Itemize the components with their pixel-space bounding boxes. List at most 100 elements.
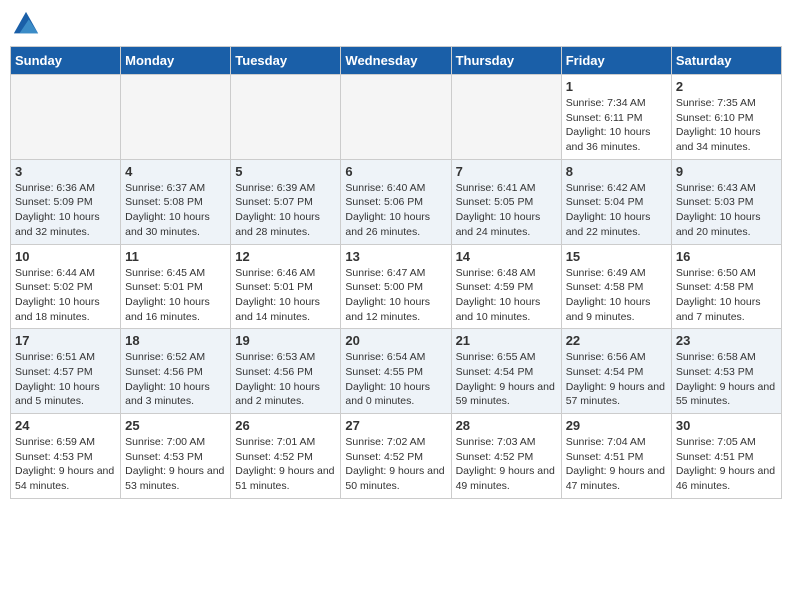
day-info: Sunrise: 6:40 AM Sunset: 5:06 PM Dayligh… [345, 181, 446, 240]
day-info: Sunrise: 6:39 AM Sunset: 5:07 PM Dayligh… [235, 181, 336, 240]
calendar-week-row: 24 Sunrise: 6:59 AM Sunset: 4:53 PM Dayli… [11, 414, 782, 499]
day-number: 12 [235, 249, 336, 264]
day-info: Sunrise: 6:56 AM Sunset: 4:54 PM Dayligh… [566, 350, 667, 409]
calendar-day-cell [11, 75, 121, 160]
day-number: 16 [676, 249, 777, 264]
day-number: 14 [456, 249, 557, 264]
day-info: Sunrise: 6:48 AM Sunset: 4:59 PM Dayligh… [456, 266, 557, 325]
page-header [10, 10, 782, 38]
day-number: 18 [125, 333, 226, 348]
calendar-day-cell: 11 Sunrise: 6:45 AM Sunset: 5:01 PM Dayli… [121, 244, 231, 329]
day-info: Sunrise: 7:02 AM Sunset: 4:52 PM Dayligh… [345, 435, 446, 494]
day-number: 22 [566, 333, 667, 348]
day-number: 10 [15, 249, 116, 264]
day-info: Sunrise: 7:03 AM Sunset: 4:52 PM Dayligh… [456, 435, 557, 494]
day-number: 24 [15, 418, 116, 433]
day-info: Sunrise: 6:54 AM Sunset: 4:55 PM Dayligh… [345, 350, 446, 409]
calendar-day-cell: 14 Sunrise: 6:48 AM Sunset: 4:59 PM Dayli… [451, 244, 561, 329]
day-number: 19 [235, 333, 336, 348]
calendar-day-cell: 6Sunrise: 6:40 AM Sunset: 5:06 PM Daylig… [341, 159, 451, 244]
day-number: 9 [676, 164, 777, 179]
calendar-day-cell: 17Sunrise: 6:51 AM Sunset: 4:57 PM Dayli… [11, 329, 121, 414]
day-info: Sunrise: 6:45 AM Sunset: 5:01 PM Dayligh… [125, 266, 226, 325]
day-number: 11 [125, 249, 226, 264]
calendar-day-cell [231, 75, 341, 160]
calendar-day-cell: 5 Sunrise: 6:39 AM Sunset: 5:07 PM Daylig… [231, 159, 341, 244]
day-info: Sunrise: 6:59 AM Sunset: 4:53 PM Dayligh… [15, 435, 116, 494]
day-number: 30 [676, 418, 777, 433]
calendar-day-cell [451, 75, 561, 160]
calendar-day-cell: 12 Sunrise: 6:46 AM Sunset: 5:01 PM Dayli… [231, 244, 341, 329]
day-info: Sunrise: 6:44 AM Sunset: 5:02 PM Dayligh… [15, 266, 116, 325]
day-number: 5 [235, 164, 336, 179]
calendar-week-row: 17Sunrise: 6:51 AM Sunset: 4:57 PM Dayli… [11, 329, 782, 414]
calendar-day-cell: 1 Sunrise: 7:34 AM Sunset: 6:11 PM Daylig… [561, 75, 671, 160]
calendar-day-cell: 30 Sunrise: 7:05 AM Sunset: 4:51 PM Dayli… [671, 414, 781, 499]
day-info: Sunrise: 7:35 AM Sunset: 6:10 PM Dayligh… [676, 96, 777, 155]
day-number: 7 [456, 164, 557, 179]
day-number: 28 [456, 418, 557, 433]
calendar-day-cell: 18 Sunrise: 6:52 AM Sunset: 4:56 PM Dayli… [121, 329, 231, 414]
calendar-week-row: 10 Sunrise: 6:44 AM Sunset: 5:02 PM Dayli… [11, 244, 782, 329]
weekday-header: Sunday [11, 47, 121, 75]
calendar-day-cell: 19Sunrise: 6:53 AM Sunset: 4:56 PM Dayli… [231, 329, 341, 414]
day-number: 13 [345, 249, 446, 264]
day-info: Sunrise: 6:58 AM Sunset: 4:53 PM Dayligh… [676, 350, 777, 409]
day-number: 20 [345, 333, 446, 348]
weekday-header: Wednesday [341, 47, 451, 75]
day-info: Sunrise: 6:42 AM Sunset: 5:04 PM Dayligh… [566, 181, 667, 240]
calendar-day-cell: 15 Sunrise: 6:49 AM Sunset: 4:58 PM Dayli… [561, 244, 671, 329]
weekday-header: Saturday [671, 47, 781, 75]
day-info: Sunrise: 6:49 AM Sunset: 4:58 PM Dayligh… [566, 266, 667, 325]
calendar-day-cell: 23 Sunrise: 6:58 AM Sunset: 4:53 PM Dayli… [671, 329, 781, 414]
day-info: Sunrise: 6:47 AM Sunset: 5:00 PM Dayligh… [345, 266, 446, 325]
day-info: Sunrise: 7:34 AM Sunset: 6:11 PM Dayligh… [566, 96, 667, 155]
day-info: Sunrise: 7:01 AM Sunset: 4:52 PM Dayligh… [235, 435, 336, 494]
calendar-day-cell: 3Sunrise: 6:36 AM Sunset: 5:09 PM Daylig… [11, 159, 121, 244]
calendar-week-row: 3Sunrise: 6:36 AM Sunset: 5:09 PM Daylig… [11, 159, 782, 244]
calendar-day-cell: 16 Sunrise: 6:50 AM Sunset: 4:58 PM Dayli… [671, 244, 781, 329]
day-number: 2 [676, 79, 777, 94]
calendar-day-cell [341, 75, 451, 160]
calendar-day-cell: 7 Sunrise: 6:41 AM Sunset: 5:05 PM Daylig… [451, 159, 561, 244]
day-number: 23 [676, 333, 777, 348]
weekday-header: Monday [121, 47, 231, 75]
day-number: 29 [566, 418, 667, 433]
day-number: 1 [566, 79, 667, 94]
calendar-day-cell: 13 Sunrise: 6:47 AM Sunset: 5:00 PM Dayli… [341, 244, 451, 329]
day-number: 15 [566, 249, 667, 264]
calendar-day-cell: 24 Sunrise: 6:59 AM Sunset: 4:53 PM Dayli… [11, 414, 121, 499]
calendar-day-cell: 25Sunrise: 7:00 AM Sunset: 4:53 PM Dayli… [121, 414, 231, 499]
day-info: Sunrise: 6:46 AM Sunset: 5:01 PM Dayligh… [235, 266, 336, 325]
weekday-header: Tuesday [231, 47, 341, 75]
day-info: Sunrise: 6:52 AM Sunset: 4:56 PM Dayligh… [125, 350, 226, 409]
calendar-day-cell: 20 Sunrise: 6:54 AM Sunset: 4:55 PM Dayli… [341, 329, 451, 414]
day-info: Sunrise: 7:04 AM Sunset: 4:51 PM Dayligh… [566, 435, 667, 494]
calendar-day-cell: 4 Sunrise: 6:37 AM Sunset: 5:08 PM Daylig… [121, 159, 231, 244]
calendar-day-cell: 21 Sunrise: 6:55 AM Sunset: 4:54 PM Dayli… [451, 329, 561, 414]
logo[interactable] [10, 10, 40, 38]
day-number: 21 [456, 333, 557, 348]
calendar-day-cell [121, 75, 231, 160]
weekday-header: Friday [561, 47, 671, 75]
day-number: 8 [566, 164, 667, 179]
calendar-day-cell: 29 Sunrise: 7:04 AM Sunset: 4:51 PM Dayli… [561, 414, 671, 499]
day-info: Sunrise: 6:43 AM Sunset: 5:03 PM Dayligh… [676, 181, 777, 240]
day-number: 4 [125, 164, 226, 179]
calendar-header-row: SundayMondayTuesdayWednesdayThursdayFrid… [11, 47, 782, 75]
day-number: 26 [235, 418, 336, 433]
calendar-day-cell: 8 Sunrise: 6:42 AM Sunset: 5:04 PM Daylig… [561, 159, 671, 244]
day-number: 27 [345, 418, 446, 433]
day-info: Sunrise: 6:55 AM Sunset: 4:54 PM Dayligh… [456, 350, 557, 409]
day-info: Sunrise: 6:41 AM Sunset: 5:05 PM Dayligh… [456, 181, 557, 240]
day-info: Sunrise: 6:51 AM Sunset: 4:57 PM Dayligh… [15, 350, 116, 409]
calendar-day-cell: 28 Sunrise: 7:03 AM Sunset: 4:52 PM Dayli… [451, 414, 561, 499]
logo-icon [12, 10, 40, 38]
day-info: Sunrise: 6:37 AM Sunset: 5:08 PM Dayligh… [125, 181, 226, 240]
day-info: Sunrise: 7:05 AM Sunset: 4:51 PM Dayligh… [676, 435, 777, 494]
calendar-day-cell: 22 Sunrise: 6:56 AM Sunset: 4:54 PM Dayli… [561, 329, 671, 414]
day-info: Sunrise: 6:50 AM Sunset: 4:58 PM Dayligh… [676, 266, 777, 325]
calendar-day-cell: 2 Sunrise: 7:35 AM Sunset: 6:10 PM Daylig… [671, 75, 781, 160]
weekday-header: Thursday [451, 47, 561, 75]
calendar-table: SundayMondayTuesdayWednesdayThursdayFrid… [10, 46, 782, 499]
